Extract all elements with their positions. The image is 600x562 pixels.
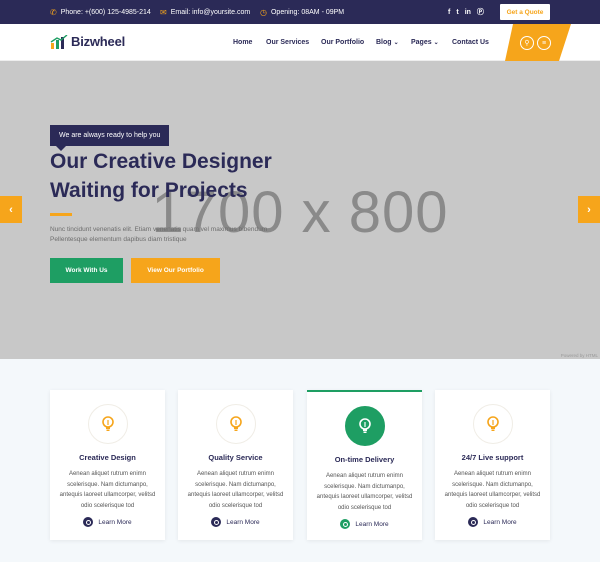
learn-more-link[interactable]: Learn More	[178, 517, 293, 527]
learn-more-link[interactable]: Learn More	[307, 519, 422, 529]
service-title: 24/7 Live support	[461, 453, 524, 462]
twitter-icon[interactable]: t	[456, 9, 458, 16]
hero-slider: 1700 x 800 We are always ready to help y…	[0, 61, 600, 359]
nav-our-services[interactable]: Our Services	[266, 39, 309, 46]
circle-arrow-icon	[468, 517, 479, 527]
service-icon-wrap	[473, 404, 513, 444]
phone-text: Phone: +(600) 125-4985-214	[60, 8, 151, 16]
learn-more-link[interactable]: Learn More	[50, 517, 165, 527]
powered-by-text: Powered by HTML	[560, 353, 598, 358]
nav-home[interactable]: Home	[233, 39, 252, 46]
nav-pages[interactable]: Pages ⌄	[411, 39, 439, 46]
facebook-icon[interactable]: f	[448, 9, 450, 16]
slider-prev-arrow-icon[interactable]: ‹	[0, 196, 22, 223]
service-title: On-time Delivery	[334, 455, 395, 464]
nav-our-portfolio[interactable]: Our Portfolio	[321, 39, 364, 46]
lightbulb-icon	[359, 418, 371, 433]
hero-title-line-2: Waiting for Projects	[50, 179, 248, 202]
learn-more-label: Learn More	[98, 518, 132, 526]
email-info[interactable]: ✉ Email: info@yoursite.com	[160, 0, 250, 24]
envelope-icon: ✉	[160, 7, 167, 17]
lightbulb-icon	[102, 416, 114, 431]
social-links: f t in Ⓟ	[448, 0, 484, 24]
circle-arrow-icon	[340, 519, 351, 529]
get-a-quote-button[interactable]: Get a Quote	[500, 4, 550, 20]
service-card-quality-service: Quality Service Aenean aliquet rutrum en…	[178, 390, 293, 540]
hero-description: Nunc tincidunt venenatis elit. Etiam ven…	[50, 226, 268, 243]
hero-title: Our Creative Designer Waiting for Projec…	[50, 147, 350, 205]
service-title: Creative Design	[79, 453, 136, 462]
pinterest-icon[interactable]: Ⓟ	[477, 7, 484, 17]
service-icon-wrap	[216, 404, 256, 444]
menu-icon[interactable]: ≡	[537, 36, 551, 50]
learn-more-label: Learn More	[483, 518, 517, 526]
top-bar: ✆ Phone: +(600) 125-4985-214 ✉ Email: in…	[0, 0, 600, 24]
service-card-live-support: 24/7 Live support Aenean aliquet rutrum …	[435, 390, 550, 540]
circle-arrow-icon	[211, 517, 222, 527]
nav-blog-label: Blog	[376, 39, 392, 46]
work-with-us-button[interactable]: Work With Us	[50, 258, 123, 283]
logo[interactable]: Bizwheel	[50, 34, 125, 49]
email-text[interactable]: Email: info@yoursite.com	[171, 9, 250, 16]
brand-name: Bizwheel	[71, 34, 126, 49]
nav-contact-us[interactable]: Contact Us	[452, 39, 489, 46]
service-text: Aenean aliquet rutrum enimn scelerisque.…	[187, 471, 284, 509]
service-text: Aenean aliquet rutrum enimn scelerisque.…	[444, 471, 541, 509]
services-section: Creative Design Aenean aliquet rutrum en…	[0, 359, 600, 562]
hero-title-line-1: Our Creative Designer	[50, 150, 272, 173]
title-underline	[50, 213, 72, 216]
logo-chart-icon	[50, 34, 68, 49]
learn-more-label: Learn More	[226, 518, 260, 526]
slider-next-arrow-icon[interactable]: ›	[578, 196, 600, 223]
opening-info: ◷ Opening: 08AM - 09PM	[260, 0, 344, 24]
chevron-down-icon: ⌄	[433, 40, 439, 46]
chevron-down-icon: ⌄	[393, 40, 399, 46]
learn-more-label: Learn More	[355, 520, 389, 528]
opening-text: Opening: 08AM - 09PM	[270, 8, 345, 16]
learn-more-link[interactable]: Learn More	[435, 517, 550, 527]
lightbulb-icon	[487, 416, 499, 431]
search-icon[interactable]: ⚲	[520, 36, 534, 50]
service-icon-wrap	[88, 404, 128, 444]
nav-blog[interactable]: Blog ⌄	[376, 39, 399, 46]
service-text: Aenean aliquet rutrum enimn scelerisque.…	[59, 471, 156, 509]
phone-info: ✆ Phone: +(600) 125-4985-214	[50, 0, 151, 24]
service-title: Quality Service	[208, 453, 263, 462]
view-portfolio-button[interactable]: View Our Portfolio	[131, 258, 220, 283]
linkedin-icon[interactable]: in	[465, 9, 471, 16]
circle-arrow-icon	[83, 517, 94, 527]
service-card-creative-design: Creative Design Aenean aliquet rutrum en…	[50, 390, 165, 540]
hero-tagline: We are always ready to help you	[50, 125, 170, 151]
service-icon-wrap	[345, 406, 385, 446]
service-card-on-time-delivery: On-time Delivery Aenean aliquet rutrum e…	[307, 390, 422, 540]
service-text: Aenean aliquet rutrum enimn scelerisque.…	[316, 473, 413, 511]
lightbulb-icon	[230, 416, 242, 431]
nav-pages-label: Pages	[411, 39, 432, 46]
phone-icon: ✆	[50, 7, 57, 17]
clock-icon: ◷	[260, 7, 267, 17]
